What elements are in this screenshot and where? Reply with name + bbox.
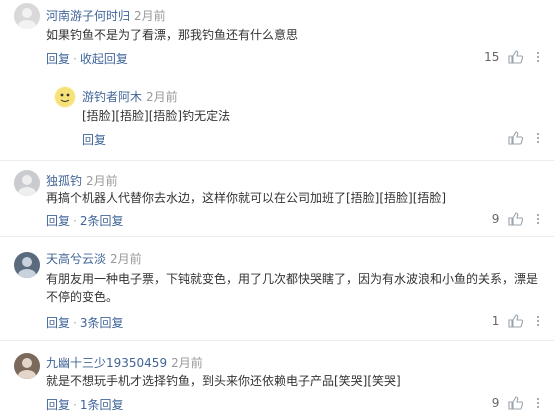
comment-time: 2月前: [110, 252, 142, 266]
comment-time: 2月前: [171, 356, 203, 370]
comment-header: 九幽十三少19350459 2月前: [46, 354, 203, 371]
comment-text: 再搞个机器人代替你去水边，这样你就可以在公司加班了[捂脸][捂脸][捂脸]: [46, 191, 447, 205]
reply-button[interactable]: 回复: [82, 133, 106, 147]
like-control: 9: [492, 211, 544, 226]
divider: [0, 236, 554, 237]
like-count: 9: [491, 395, 500, 410]
comment-actions: 回复 · 收起回复: [46, 50, 128, 67]
view-replies-button[interactable]: 2条回复: [80, 214, 124, 228]
reply-button[interactable]: 回复: [46, 214, 70, 228]
thumbs-up-icon[interactable]: [508, 211, 524, 226]
reply-button[interactable]: 回复: [46, 52, 70, 66]
comment-text: 就是不想玩手机才选择钓鱼，到头来你还依赖电子产品[笑哭][笑哭]: [46, 374, 401, 388]
reply-button[interactable]: 回复: [46, 398, 70, 412]
comment-time: 2月前: [146, 90, 178, 104]
comment-actions: 回复 · 1条回复: [46, 396, 123, 413]
collapse-replies-button[interactable]: 收起回复: [80, 52, 128, 66]
reply-actions: 回复: [82, 131, 106, 148]
more-dots-icon[interactable]: [532, 397, 544, 409]
like-control: 9: [492, 395, 544, 410]
comment-text: 有朋友用一种电子票，下钝就变色，用了几次都快哭瞎了，因为有水波浪和小鱼的关系，漂…: [46, 272, 539, 304]
like-control: [503, 130, 544, 145]
divider: [0, 160, 554, 161]
more-dots-icon[interactable]: [532, 315, 544, 327]
like-count: 15: [484, 49, 500, 64]
comment-text: 如果钓鱼不是为了看漂，那我钓鱼还有什么意思: [46, 28, 299, 42]
view-replies-button[interactable]: 1条回复: [80, 398, 124, 412]
reply-thread: 游钓者阿木 2月前 [捂脸][捂脸][捂脸]钓无定法 回复: [46, 78, 554, 156]
like-count: 1: [491, 313, 500, 328]
username-link[interactable]: 河南游子何时归: [46, 9, 130, 23]
avatar[interactable]: [14, 252, 40, 278]
comment-header: 独孤钓 2月前: [46, 172, 118, 189]
like-count: 9: [491, 211, 500, 226]
avatar[interactable]: [14, 170, 40, 196]
more-dots-icon[interactable]: [532, 132, 544, 144]
avatar[interactable]: [54, 86, 76, 108]
comment-header: 河南游子何时归 2月前: [46, 7, 166, 24]
avatar[interactable]: [14, 3, 40, 29]
more-dots-icon[interactable]: [532, 213, 544, 225]
reply-button[interactable]: 回复: [46, 316, 70, 330]
thumbs-up-icon[interactable]: [508, 49, 524, 64]
comment-header: 天高兮云淡 2月前: [46, 250, 142, 267]
more-dots-icon[interactable]: [532, 51, 544, 63]
action-separator: ·: [73, 398, 77, 412]
comment-time: 2月前: [134, 9, 166, 23]
thumbs-up-icon[interactable]: [508, 313, 524, 328]
username-link[interactable]: 游钓者阿木: [82, 90, 142, 104]
thumbs-up-icon[interactable]: [508, 130, 524, 145]
action-separator: ·: [73, 52, 77, 66]
view-replies-button[interactable]: 3条回复: [80, 316, 124, 330]
like-control: 15: [484, 49, 544, 64]
comment-actions: 回复 · 2条回复: [46, 212, 123, 229]
action-separator: ·: [73, 316, 77, 330]
thumbs-up-icon[interactable]: [508, 395, 524, 410]
like-control: 1: [492, 313, 544, 328]
comment-actions: 回复 · 3条回复: [46, 314, 123, 331]
reply-header: 游钓者阿木 2月前: [82, 88, 178, 105]
username-link[interactable]: 九幽十三少19350459: [46, 356, 167, 370]
comment-time: 2月前: [86, 174, 118, 188]
reply-text: [捂脸][捂脸][捂脸]钓无定法: [82, 109, 231, 123]
divider: [0, 340, 554, 341]
username-link[interactable]: 天高兮云淡: [46, 252, 106, 266]
avatar[interactable]: [14, 353, 40, 379]
username-link[interactable]: 独孤钓: [46, 174, 82, 188]
action-separator: ·: [73, 214, 77, 228]
